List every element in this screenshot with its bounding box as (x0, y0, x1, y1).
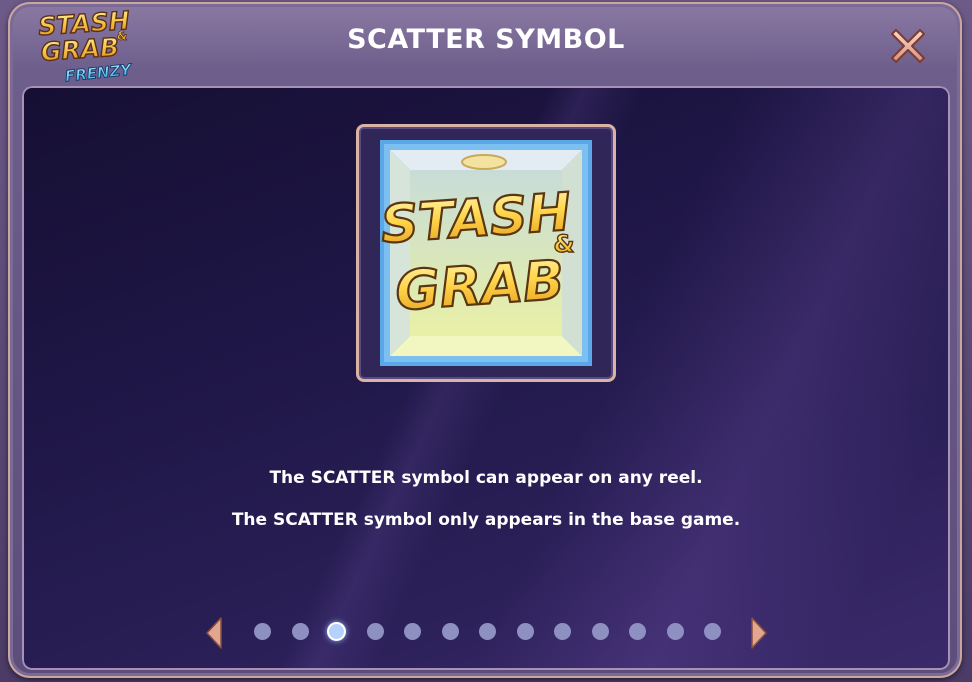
page-dot-1[interactable] (254, 623, 271, 640)
page-title: SCATTER SYMBOL (347, 24, 625, 55)
close-icon[interactable] (884, 22, 932, 70)
page-dot-4[interactable] (366, 623, 384, 640)
svg-text:GRAB: GRAB (393, 248, 566, 323)
page-dot-13[interactable] (704, 623, 721, 640)
page-dot-5[interactable] (404, 623, 421, 640)
page-dot-7[interactable] (479, 623, 496, 640)
scatter-symbol-image: STASH & GRAB (380, 140, 592, 366)
page-dot-6[interactable] (441, 623, 459, 640)
page-dot-10[interactable] (591, 623, 609, 640)
paytable-screen: STASH & GRAB FRENZY SCATTER SYMBOL STASH… (0, 0, 972, 682)
page-dot-2[interactable] (291, 623, 309, 640)
page-dot-11[interactable] (629, 623, 646, 640)
page-dot-9[interactable] (554, 623, 571, 640)
previous-page-arrow-icon[interactable] (203, 616, 225, 650)
next-page-arrow-icon[interactable] (748, 616, 770, 650)
description-line-1: The SCATTER symbol can appear on any ree… (269, 468, 703, 488)
description-line-2: The SCATTER symbol only appears in the b… (231, 510, 741, 530)
page-dot-8[interactable] (516, 623, 534, 640)
page-dot-12[interactable] (666, 623, 684, 640)
page-dot-3[interactable] (329, 624, 344, 639)
